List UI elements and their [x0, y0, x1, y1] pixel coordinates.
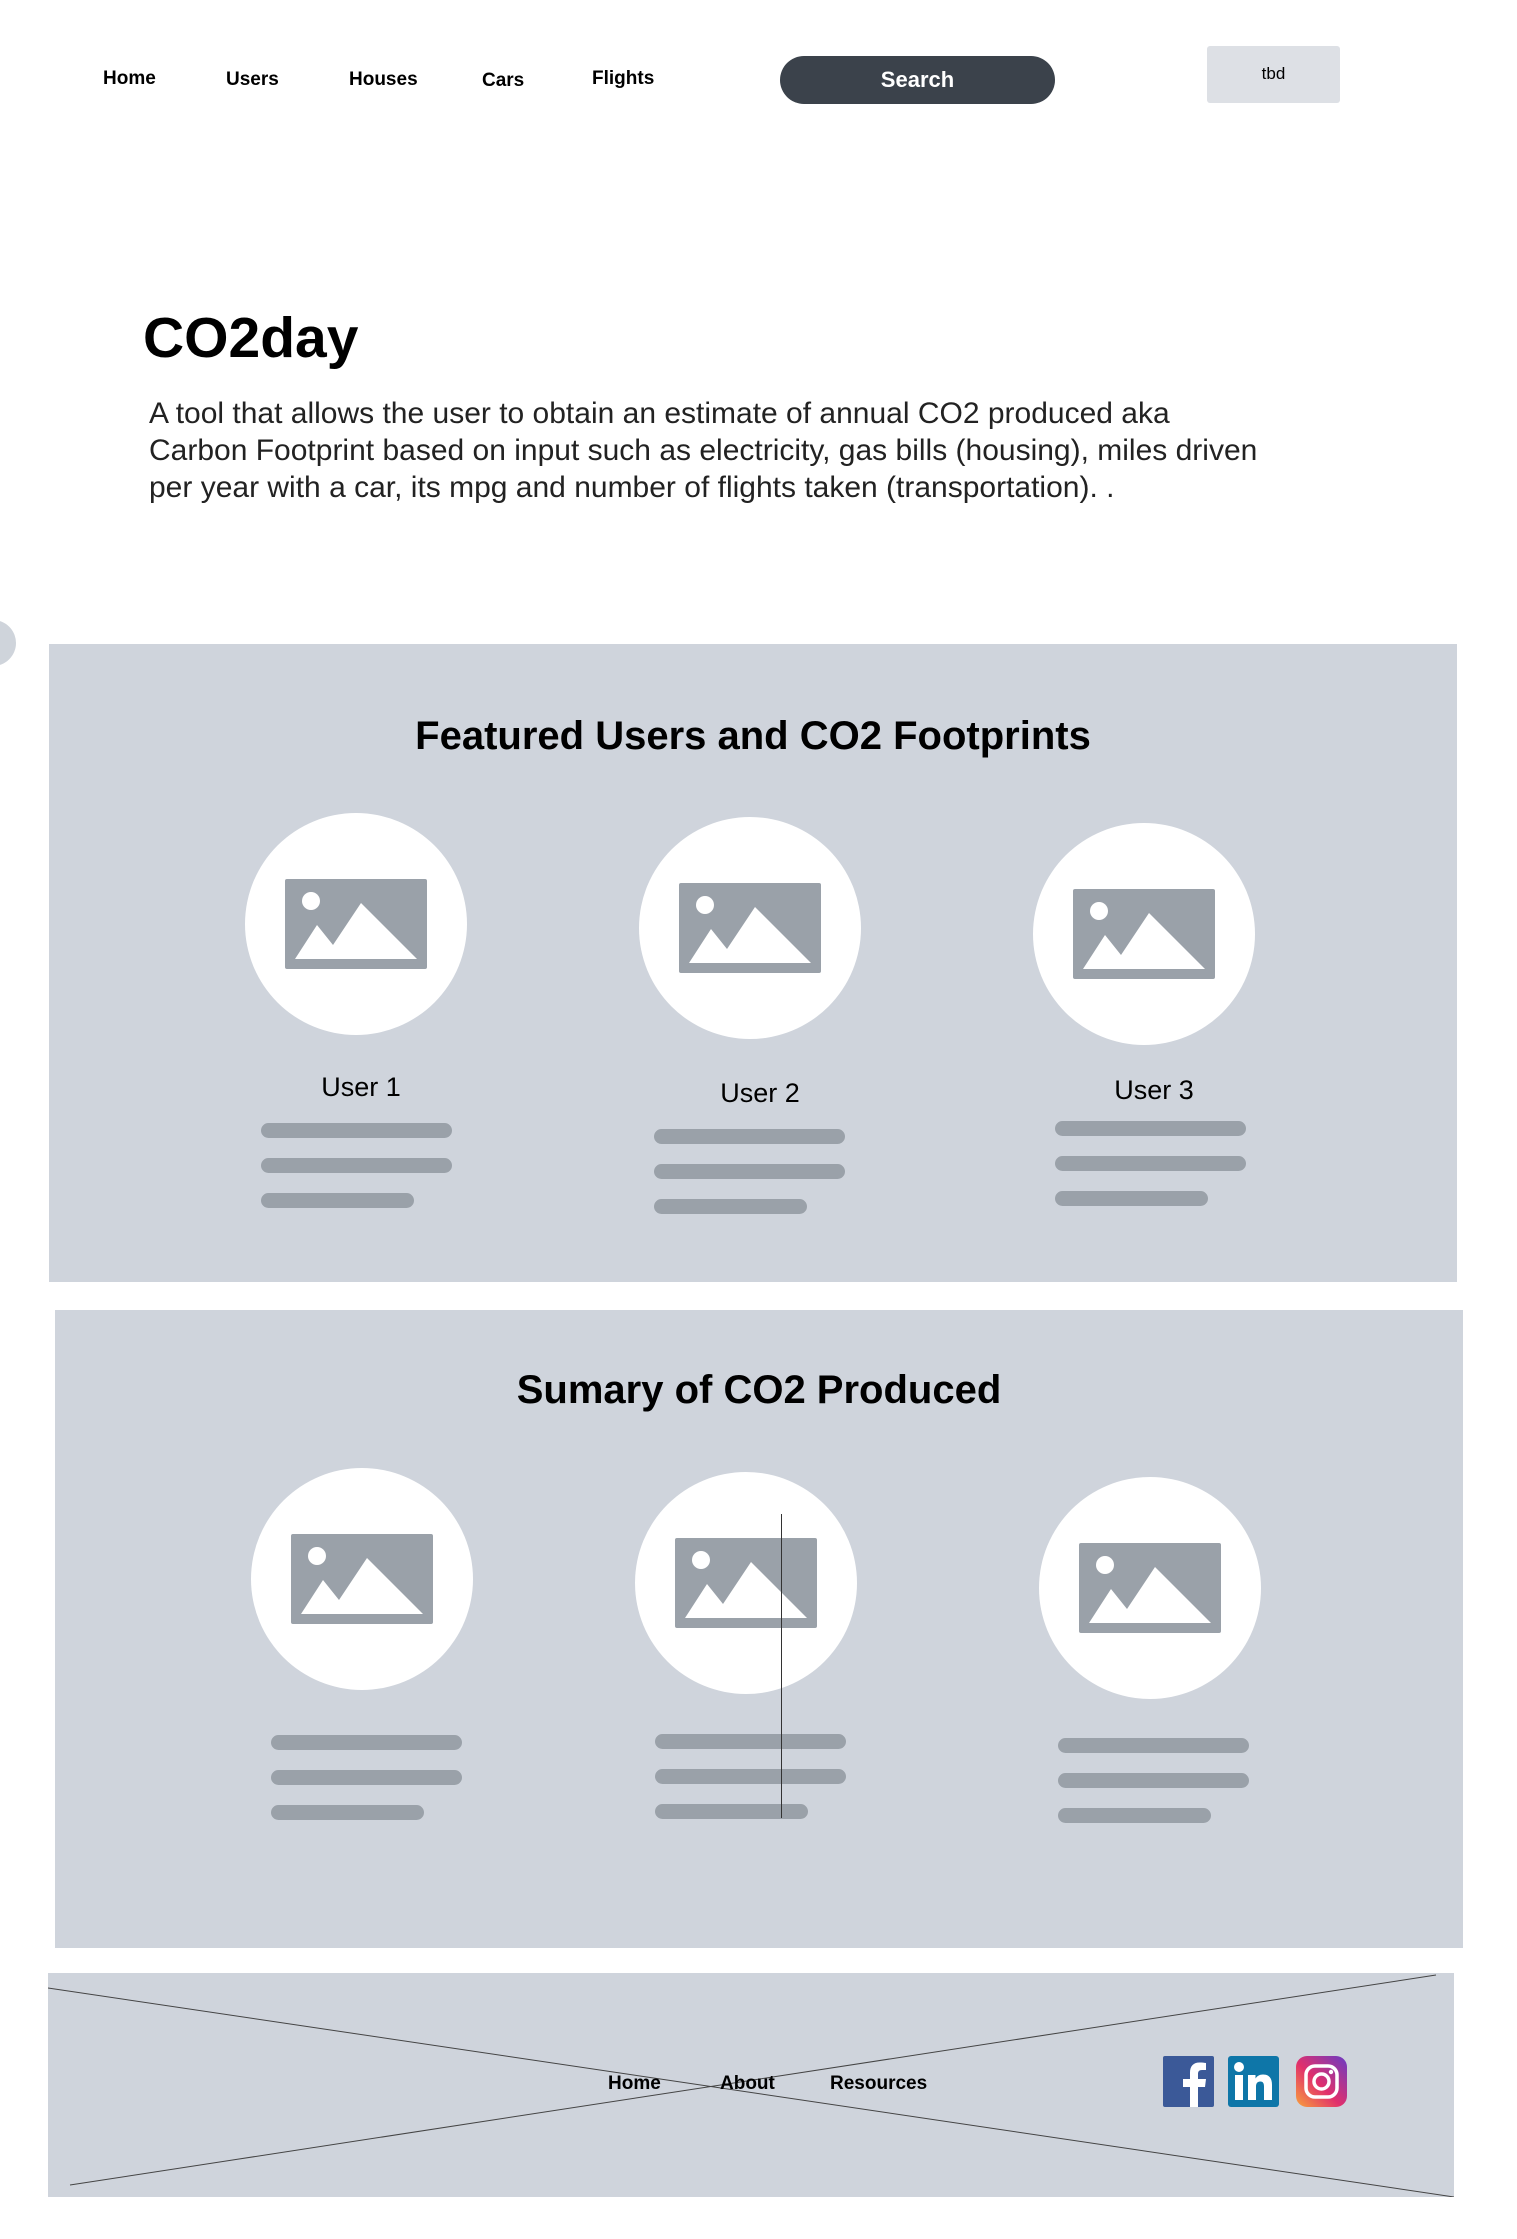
- user-1-avatar[interactable]: [245, 813, 467, 1035]
- nav-link-users[interactable]: Users: [226, 69, 279, 91]
- user-3-name[interactable]: User 3: [1054, 1075, 1254, 1106]
- text-placeholder-line: [1055, 1156, 1246, 1171]
- text-placeholder-line: [271, 1805, 424, 1820]
- user-3-avatar[interactable]: [1033, 823, 1255, 1045]
- text-placeholder-line: [654, 1164, 845, 1179]
- tbd-button[interactable]: tbd: [1207, 46, 1340, 103]
- text-placeholder-line: [655, 1804, 808, 1819]
- text-placeholder-line: [1058, 1808, 1211, 1823]
- footer-link-home[interactable]: Home: [608, 2073, 661, 2095]
- page-title: CO2day: [143, 306, 359, 370]
- nav-link-flights[interactable]: Flights: [592, 68, 654, 90]
- image-placeholder-icon: [675, 1538, 817, 1628]
- nav-link-home[interactable]: Home: [103, 68, 156, 90]
- text-placeholder-line: [655, 1769, 846, 1784]
- side-tab-handle[interactable]: [0, 620, 16, 666]
- summary-image-2[interactable]: [635, 1472, 857, 1694]
- text-placeholder-line: [261, 1158, 452, 1173]
- image-placeholder-icon: [285, 879, 427, 969]
- text-placeholder-line: [1055, 1121, 1246, 1136]
- summary-image-1[interactable]: [251, 1468, 473, 1690]
- footer-link-about[interactable]: About: [720, 2073, 775, 2095]
- footer-link-resources[interactable]: Resources: [830, 2073, 927, 2095]
- text-placeholder-line: [1055, 1191, 1208, 1206]
- summary-section-title: Sumary of CO2 Produced: [516, 1368, 1002, 1412]
- instagram-icon[interactable]: [1296, 2056, 1347, 2107]
- summary-section: Sumary of CO2 Produced: [55, 1310, 1463, 1948]
- image-placeholder-icon: [291, 1534, 433, 1624]
- text-placeholder-line: [261, 1193, 414, 1208]
- image-placeholder-icon: [1073, 889, 1215, 979]
- nav-link-cars[interactable]: Cars: [482, 70, 524, 92]
- featured-section-title: Featured Users and CO2 Footprints: [415, 714, 1091, 758]
- user-2-name[interactable]: User 2: [660, 1078, 860, 1109]
- text-placeholder-line: [654, 1129, 845, 1144]
- text-placeholder-line: [271, 1735, 462, 1750]
- facebook-icon[interactable]: [1163, 2056, 1214, 2107]
- text-placeholder-line: [271, 1770, 462, 1785]
- summary-image-3[interactable]: [1039, 1477, 1261, 1699]
- search-button[interactable]: Search: [780, 56, 1055, 104]
- featured-users-section: Featured Users and CO2 Footprints User 1…: [49, 644, 1457, 1282]
- text-placeholder-line: [1058, 1738, 1249, 1753]
- user-2-avatar[interactable]: [639, 817, 861, 1039]
- nav-link-houses[interactable]: Houses: [349, 69, 418, 91]
- text-placeholder-line: [654, 1199, 807, 1214]
- linkedin-icon[interactable]: [1228, 2056, 1279, 2107]
- page-description: A tool that allows the user to obtain an…: [149, 397, 1258, 504]
- text-placeholder-line: [261, 1123, 452, 1138]
- image-placeholder-icon: [1079, 1543, 1221, 1633]
- text-cursor-line: [781, 1514, 782, 1818]
- text-placeholder-line: [1058, 1773, 1249, 1788]
- user-1-name[interactable]: User 1: [261, 1072, 461, 1103]
- image-placeholder-icon: [679, 883, 821, 973]
- text-placeholder-line: [655, 1734, 846, 1749]
